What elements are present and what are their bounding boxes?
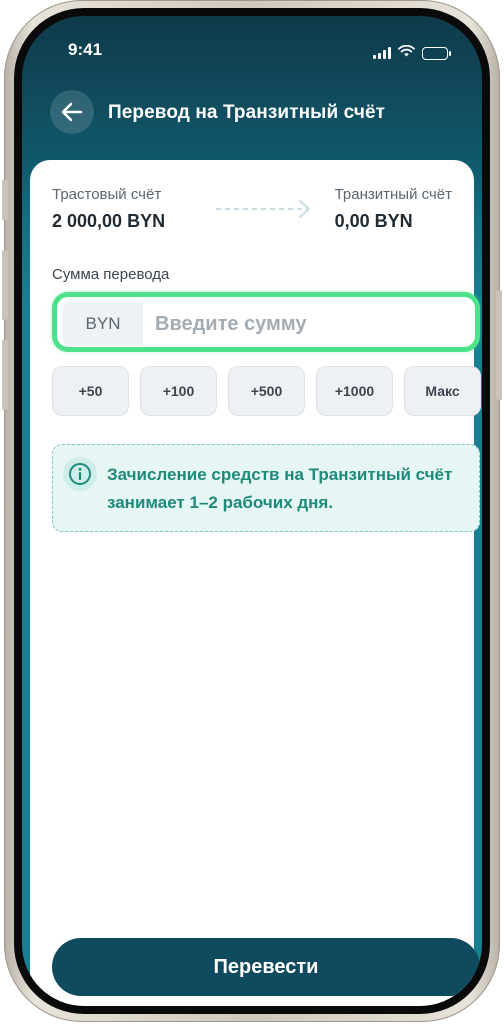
arrow-right-icon [216,200,310,218]
quick-amounts: +50 +100 +500 +1000 Макс [52,366,481,416]
volume-down-button [2,340,8,410]
volume-up-button [2,250,8,320]
signal-icon [373,47,391,59]
target-account-label: Транзитный счёт [334,186,452,203]
info-icon [63,457,97,491]
info-text: Зачисление средств на Транзитный счёт за… [107,465,453,512]
content-card: Трастовый счёт 2 000,00 BYN Транзитный с… [30,160,481,1006]
transfer-button[interactable]: Перевести [52,938,480,996]
screen: 9:41 Перевод на Транзитный счёт Трастовы… [22,16,482,1006]
quick-amount-100-button[interactable]: +100 [140,366,217,416]
amount-field: BYN [52,292,480,352]
power-button [496,290,502,400]
arrow-left-icon [61,102,83,122]
header: Перевод на Транзитный счёт [22,88,482,138]
source-account: Трастовый счёт 2 000,00 BYN [52,186,165,232]
amount-input[interactable] [155,302,465,346]
wifi-icon [398,44,415,62]
back-button[interactable] [50,90,94,134]
quick-amount-max-button[interactable]: Макс [404,366,481,416]
source-account-label: Трастовый счёт [52,186,162,203]
bezel: 9:41 Перевод на Транзитный счёт Трастовы… [14,8,490,1014]
source-account-balance: 2 000,00 BYN [52,211,166,231]
status-icons [373,44,451,62]
amount-label: Сумма перевода [52,266,170,283]
info-banner: Зачисление средств на Транзитный счёт за… [52,444,480,532]
quick-amount-1000-button[interactable]: +1000 [316,366,393,416]
target-account: Транзитный счёт 0,00 BYN [335,186,452,232]
battery-icon [422,46,451,60]
status-time: 9:41 [68,40,103,59]
mute-switch [2,180,8,220]
quick-amount-50-button[interactable]: +50 [52,366,129,416]
status-bar: 9:41 [22,38,482,64]
quick-amount-500-button[interactable]: +500 [228,366,305,416]
page-title: Перевод на Транзитный счёт [108,102,386,123]
target-account-balance: 0,00 BYN [334,211,413,231]
currency-selector[interactable]: BYN [63,302,143,346]
phone-frame: 9:41 Перевод на Транзитный счёт Трастовы… [2,0,502,1022]
